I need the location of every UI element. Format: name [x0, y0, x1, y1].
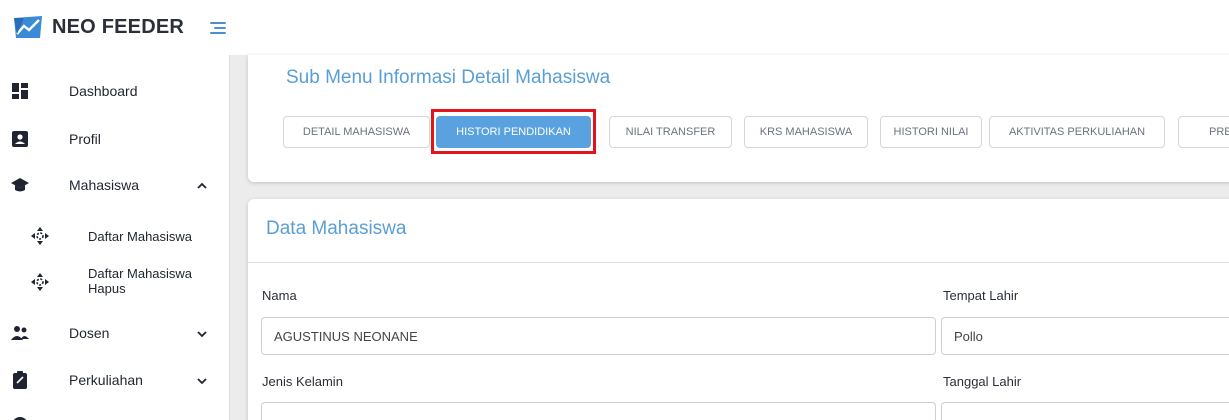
sidebar-item-daftar-mahasiswa[interactable]: Daftar Mahasiswa [0, 224, 230, 248]
tanggal-lahir-label: Tanggal Lahir [943, 374, 1022, 389]
divider [248, 262, 1229, 263]
submenu-card: Sub Menu Informasi Detail Mahasiswa DETA… [248, 55, 1229, 182]
tab-krs-mahasiswa[interactable]: KRS MAHASISWA [744, 116, 868, 148]
nama-label: Nama [262, 288, 297, 303]
tab-nilai-transfer[interactable]: NILAI TRANSFER [609, 116, 732, 148]
tempat-lahir-field[interactable]: Pollo [941, 317, 1229, 355]
chevron-down-icon [197, 378, 207, 385]
chevron-down-icon [197, 331, 207, 338]
sidebar-item-daftar-mahasiswa-hapus[interactable]: Daftar Mahasiswa Hapus [0, 265, 230, 299]
sidebar-item-perkuliahan[interactable]: Perkuliahan [0, 368, 230, 392]
sidebar-item-label: Daftar Mahasiswa [88, 229, 193, 244]
id-card-icon [12, 131, 28, 147]
highlight-annotation [431, 109, 596, 154]
sidebar-item-label: Profil [69, 131, 101, 147]
neo-feeder-logo-icon [14, 16, 42, 38]
sidebar-item-label: Perkuliahan [69, 372, 143, 388]
tab-histori-nilai[interactable]: HISTORI NILAI [880, 116, 982, 148]
arrows-move-icon [31, 227, 49, 245]
brand[interactable]: NEO FEEDER [12, 14, 184, 40]
sidebar-item-label: Dosen [69, 325, 110, 341]
users-icon [11, 326, 29, 340]
tempat-lahir-label: Tempat Lahir [943, 288, 1019, 303]
clipboard-icon [13, 371, 27, 389]
sidebar: Dashboard Profil Mahasiswa Daftar Mahasi… [0, 55, 230, 420]
sidebar-item-label: Dashboard [69, 83, 138, 99]
top-bar: NEO FEEDER [0, 0, 1229, 55]
tab-aktivitas-perkuliahan[interactable]: AKTIVITAS PERKULIAHAN [989, 116, 1165, 148]
circle-icon [13, 417, 27, 420]
sidebar-item-dashboard[interactable]: Dashboard [0, 79, 230, 103]
sidebar-item-label: Mahasiswa [69, 177, 140, 193]
sidebar-item-mahasiswa[interactable]: Mahasiswa [0, 173, 230, 197]
jenis-kelamin-label: Jenis Kelamin [262, 374, 343, 389]
data-mahasiswa-title: Data Mahasiswa [266, 218, 407, 239]
grid-icon [12, 83, 28, 99]
sidebar-item-label: Daftar Mahasiswa Hapus [88, 266, 193, 296]
sidebar-item-dosen[interactable]: Dosen [0, 321, 230, 345]
sidebar-item-profil[interactable]: Profil [0, 127, 230, 151]
data-mahasiswa-card: Data Mahasiswa Nama AGUSTINUS NEONANE Te… [248, 199, 1229, 420]
chevron-up-icon [197, 182, 207, 189]
tanggal-lahir-field[interactable]: 26 August 2001 [941, 402, 1229, 420]
brand-name: NEO FEEDER [52, 15, 185, 38]
arrows-move-icon [31, 273, 49, 291]
jenis-kelamin-field[interactable]: L [261, 402, 936, 420]
tab-detail-mahasiswa[interactable]: DETAIL MAHASISWA [283, 116, 430, 148]
tab-prestasi[interactable]: PRESTA [1178, 116, 1229, 148]
sidebar-item-next[interactable] [0, 413, 230, 420]
nama-field[interactable]: AGUSTINUS NEONANE [261, 317, 936, 355]
menu-toggle-icon[interactable] [210, 22, 226, 35]
graduation-cap-icon [11, 178, 29, 192]
submenu-title: Sub Menu Informasi Detail Mahasiswa [286, 67, 611, 88]
